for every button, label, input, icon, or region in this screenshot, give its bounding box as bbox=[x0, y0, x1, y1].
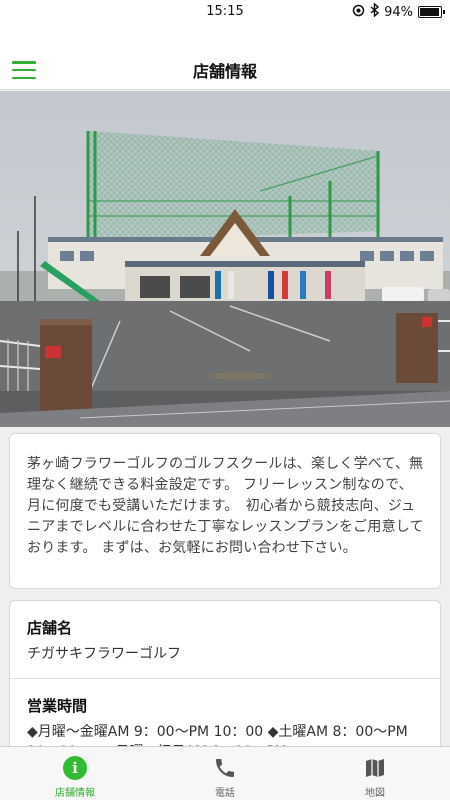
store-name-section: 店舗名 チガサキフラワーゴルフ bbox=[10, 601, 440, 679]
intro-text: 茅ヶ崎フラワーゴルフのゴルフスクールは、楽しく学べて、無理なく継続できる料金設定… bbox=[27, 456, 424, 556]
navigation-bar: 店舗情報 bbox=[0, 24, 450, 90]
alarm-icon bbox=[352, 4, 365, 21]
info-icon: i bbox=[62, 755, 88, 781]
battery-fill bbox=[420, 8, 439, 16]
tab-store-info[interactable]: i 店舗情報 bbox=[0, 747, 150, 800]
tab-store-info-label: 店舗情報 bbox=[55, 788, 95, 799]
business-hours-label: 営業時間 bbox=[27, 697, 88, 715]
tab-map[interactable]: 地図 bbox=[300, 747, 450, 800]
bottom-tab-bar: i 店舗情報 電話 地図 bbox=[0, 746, 450, 800]
page-title: 店舗情報 bbox=[192, 62, 257, 81]
map-icon bbox=[362, 755, 388, 781]
tab-map-label: 地図 bbox=[365, 788, 385, 799]
store-name-value: チガサキフラワーゴルフ bbox=[27, 646, 181, 662]
store-photo bbox=[0, 91, 450, 427]
intro-card: 茅ヶ崎フラワーゴルフのゴルフスクールは、楽しく学べて、無理なく継続できる料金設定… bbox=[9, 433, 441, 589]
tab-phone-label: 電話 bbox=[215, 788, 235, 799]
store-name-label: 店舗名 bbox=[27, 619, 73, 637]
battery-icon bbox=[418, 6, 445, 18]
tab-phone[interactable]: 電話 bbox=[150, 747, 300, 800]
bluetooth-icon bbox=[370, 2, 380, 21]
phone-icon bbox=[212, 755, 238, 781]
status-right-group: 94% bbox=[352, 2, 445, 21]
battery-percent: 94% bbox=[384, 4, 413, 20]
status-bar: 15:15 94% bbox=[0, 0, 450, 24]
